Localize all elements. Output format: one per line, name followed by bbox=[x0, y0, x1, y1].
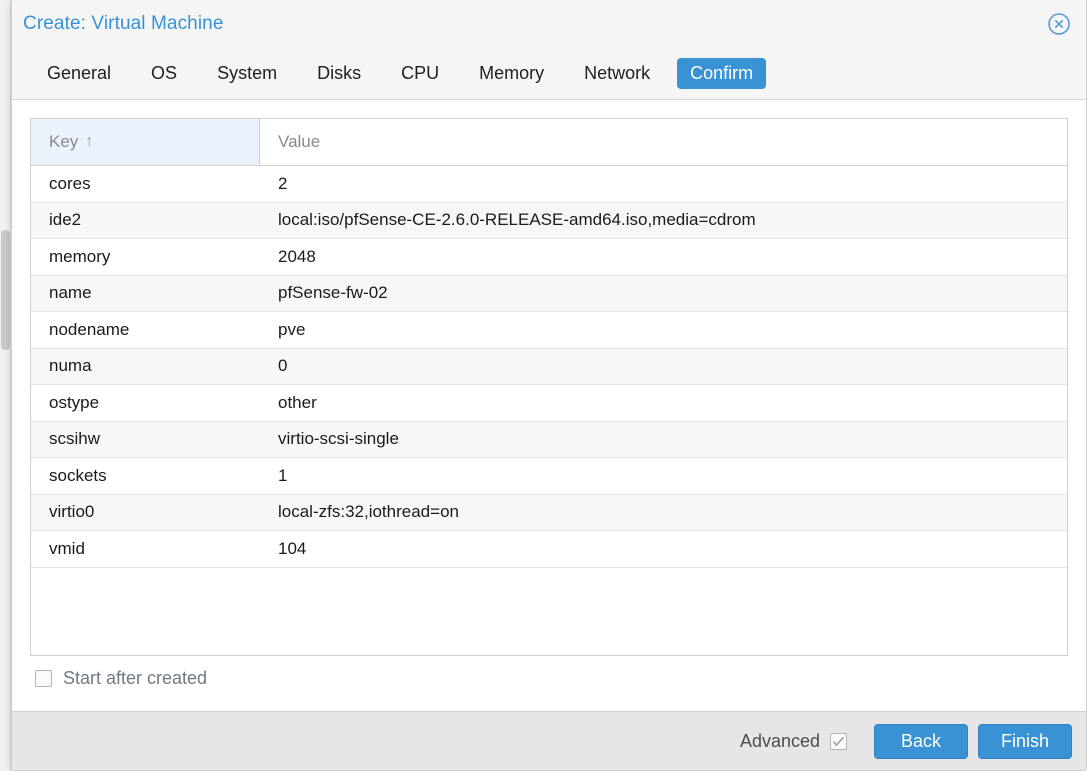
table-row[interactable]: cores 2 bbox=[31, 166, 1067, 203]
tab-system[interactable]: System bbox=[204, 58, 290, 89]
start-after-created-checkbox[interactable]: Start after created bbox=[30, 656, 1068, 700]
grid-empty-area bbox=[31, 611, 1067, 655]
table-cell-value: local-zfs:32,iothread=on bbox=[278, 502, 459, 522]
tab-os[interactable]: OS bbox=[138, 58, 190, 89]
table-row[interactable]: nodename pve bbox=[31, 312, 1067, 349]
table-row[interactable]: vmid 104 bbox=[31, 531, 1067, 568]
table-cell-value: 104 bbox=[278, 538, 307, 558]
column-header-value[interactable]: Value bbox=[260, 119, 1067, 165]
table-row[interactable]: numa 0 bbox=[31, 348, 1067, 385]
close-icon[interactable] bbox=[1046, 11, 1072, 37]
table-cell-key: nodename bbox=[49, 319, 130, 339]
table-cell-key: numa bbox=[49, 356, 92, 376]
tab-disks[interactable]: Disks bbox=[304, 58, 374, 89]
table-cell-value: pfSense-fw-02 bbox=[278, 283, 388, 303]
advanced-checkbox[interactable]: Advanced bbox=[740, 731, 847, 752]
table-cell-key: memory bbox=[49, 246, 111, 266]
table-cell-key: scsihw bbox=[49, 429, 101, 449]
table-cell-key: sockets bbox=[49, 465, 107, 485]
table-row[interactable]: name pfSense-fw-02 bbox=[31, 275, 1067, 312]
column-header-key-label: Key bbox=[49, 132, 79, 151]
page-scrollbar-thumb[interactable] bbox=[1, 230, 10, 350]
tab-cpu[interactable]: CPU bbox=[388, 58, 452, 89]
advanced-checkbox-box[interactable] bbox=[830, 732, 847, 750]
table-cell-key: ostype bbox=[49, 392, 100, 412]
wizard-tabs: General OS System Disks CPU Memory Netwo… bbox=[12, 48, 1086, 100]
checkmark-icon bbox=[832, 736, 845, 746]
table-cell-value: local:iso/pfSense-CE-2.6.0-RELEASE-amd64… bbox=[278, 210, 756, 230]
sort-ascending-icon: ↑ bbox=[85, 133, 94, 150]
grid-rows: cores 2 ide2 local:iso/pfSense-CE-2.6.0-REL… bbox=[31, 166, 1067, 611]
column-header-key[interactable]: Key ↑ bbox=[31, 119, 260, 165]
advanced-label: Advanced bbox=[739, 730, 820, 751]
table-row[interactable]: virtio0 local-zfs:32,iothread=on bbox=[31, 494, 1067, 531]
table-cell-key: cores bbox=[49, 173, 91, 193]
table-cell-key: vmid bbox=[49, 538, 85, 558]
table-cell-value: pve bbox=[278, 319, 306, 339]
grid-header: Key ↑ Value bbox=[31, 119, 1067, 166]
column-header-value-label: Value bbox=[278, 132, 321, 151]
table-row[interactable]: ide2 local:iso/pfSense-CE-2.6.0-RELEASE-a… bbox=[31, 202, 1067, 239]
table-cell-value: other bbox=[278, 392, 317, 412]
table-row[interactable]: ostype other bbox=[31, 385, 1067, 422]
create-virtual-machine-dialog: Create: Virtual Machine General OS Syste… bbox=[11, 0, 1087, 771]
table-cell-value: 2 bbox=[278, 173, 288, 193]
tab-confirm[interactable]: Confirm bbox=[677, 58, 767, 89]
table-row[interactable]: memory 2048 bbox=[31, 239, 1067, 276]
table-cell-key: virtio0 bbox=[49, 502, 95, 522]
back-button[interactable]: Back bbox=[874, 723, 968, 759]
table-cell-key: ide2 bbox=[49, 210, 82, 230]
dialog-body: Key ↑ Value cores 2 ide2 local:iso/pfSense-… bbox=[12, 100, 1086, 711]
dialog-titlebar: Create: Virtual Machine bbox=[12, 0, 1086, 48]
dialog-title: Create: Virtual Machine bbox=[23, 13, 224, 34]
dialog-footer: Advanced Back Finish bbox=[12, 711, 1086, 770]
tab-general[interactable]: General bbox=[34, 58, 124, 89]
tab-network[interactable]: Network bbox=[571, 58, 663, 89]
tab-memory[interactable]: Memory bbox=[466, 58, 557, 89]
table-cell-value: 2048 bbox=[278, 246, 316, 266]
table-row[interactable]: sockets 1 bbox=[31, 458, 1067, 495]
start-after-created-checkbox-box[interactable] bbox=[35, 669, 52, 687]
table-cell-value: 1 bbox=[278, 465, 288, 485]
table-cell-value: 0 bbox=[278, 356, 288, 376]
page-scrollbar[interactable] bbox=[0, 0, 11, 771]
table-cell-value: virtio-scsi-single bbox=[278, 429, 399, 449]
table-row[interactable]: scsihw virtio-scsi-single bbox=[31, 421, 1067, 458]
table-cell-key: name bbox=[49, 283, 92, 303]
finish-button[interactable]: Finish bbox=[978, 723, 1072, 759]
start-after-created-label: Start after created bbox=[63, 667, 208, 688]
config-summary-grid: Key ↑ Value cores 2 ide2 local:iso/pfSense-… bbox=[30, 118, 1068, 656]
